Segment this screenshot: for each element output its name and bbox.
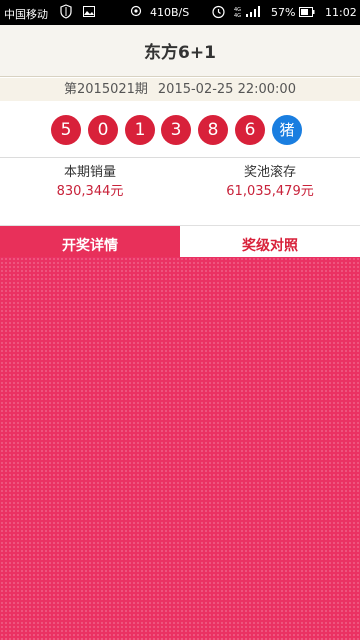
zodiac-ball: 猪 [272,115,302,145]
tab-draw-details[interactable]: 开奖详情 [0,226,180,258]
issue-number: 第2015021期 [64,82,148,97]
tab-prize-levels[interactable]: 奖级对照 [180,226,360,258]
winning-numbers: 5 0 1 3 8 6 猪 [0,101,360,158]
battery-percent: 57% [271,6,296,19]
sales-value: 830,344元 [56,184,124,199]
carrier-label: 中国移动 [4,8,48,21]
battery-icon [299,7,315,17]
pool-value: 61,035,479元 [226,184,314,199]
pool-stat: 奖池滚存 61,035,479元 [180,164,360,201]
status-bar: 中国移动 410B/S 4G 4G 57% 11:02 [0,0,360,25]
pool-label: 奖池滚存 [243,165,296,180]
number-ball: 0 [88,115,118,145]
network-signal-icon: 4G 4G [234,6,260,18]
number-ball: 5 [51,115,81,145]
content-panel [0,257,360,640]
tab-bar: 开奖详情 奖级对照 [0,225,360,258]
number-ball: 1 [125,115,155,145]
title-bar: 东方6+1 [0,25,360,77]
page-title: 东方6+1 [144,43,216,63]
gps-icon [130,5,142,17]
shield-icon [60,4,72,19]
number-ball: 6 [235,115,265,145]
draw-stats: 本期销量 830,344元 奖池滚存 61,035,479元 [0,157,360,225]
network-speed: 410B/S [150,6,190,19]
draw-datetime: 2015-02-25 22:00:00 [157,82,296,97]
sales-label: 本期销量 [63,165,116,180]
number-ball: 3 [161,115,191,145]
alarm-icon [212,5,225,19]
number-ball: 8 [198,115,228,145]
sales-stat: 本期销量 830,344元 [0,164,180,201]
svg-text:4G: 4G [234,13,241,18]
clock: 11:02 [325,6,357,19]
issue-info: 第2015021期 2015-02-25 22:00:00 [0,78,360,101]
image-icon [83,6,95,17]
